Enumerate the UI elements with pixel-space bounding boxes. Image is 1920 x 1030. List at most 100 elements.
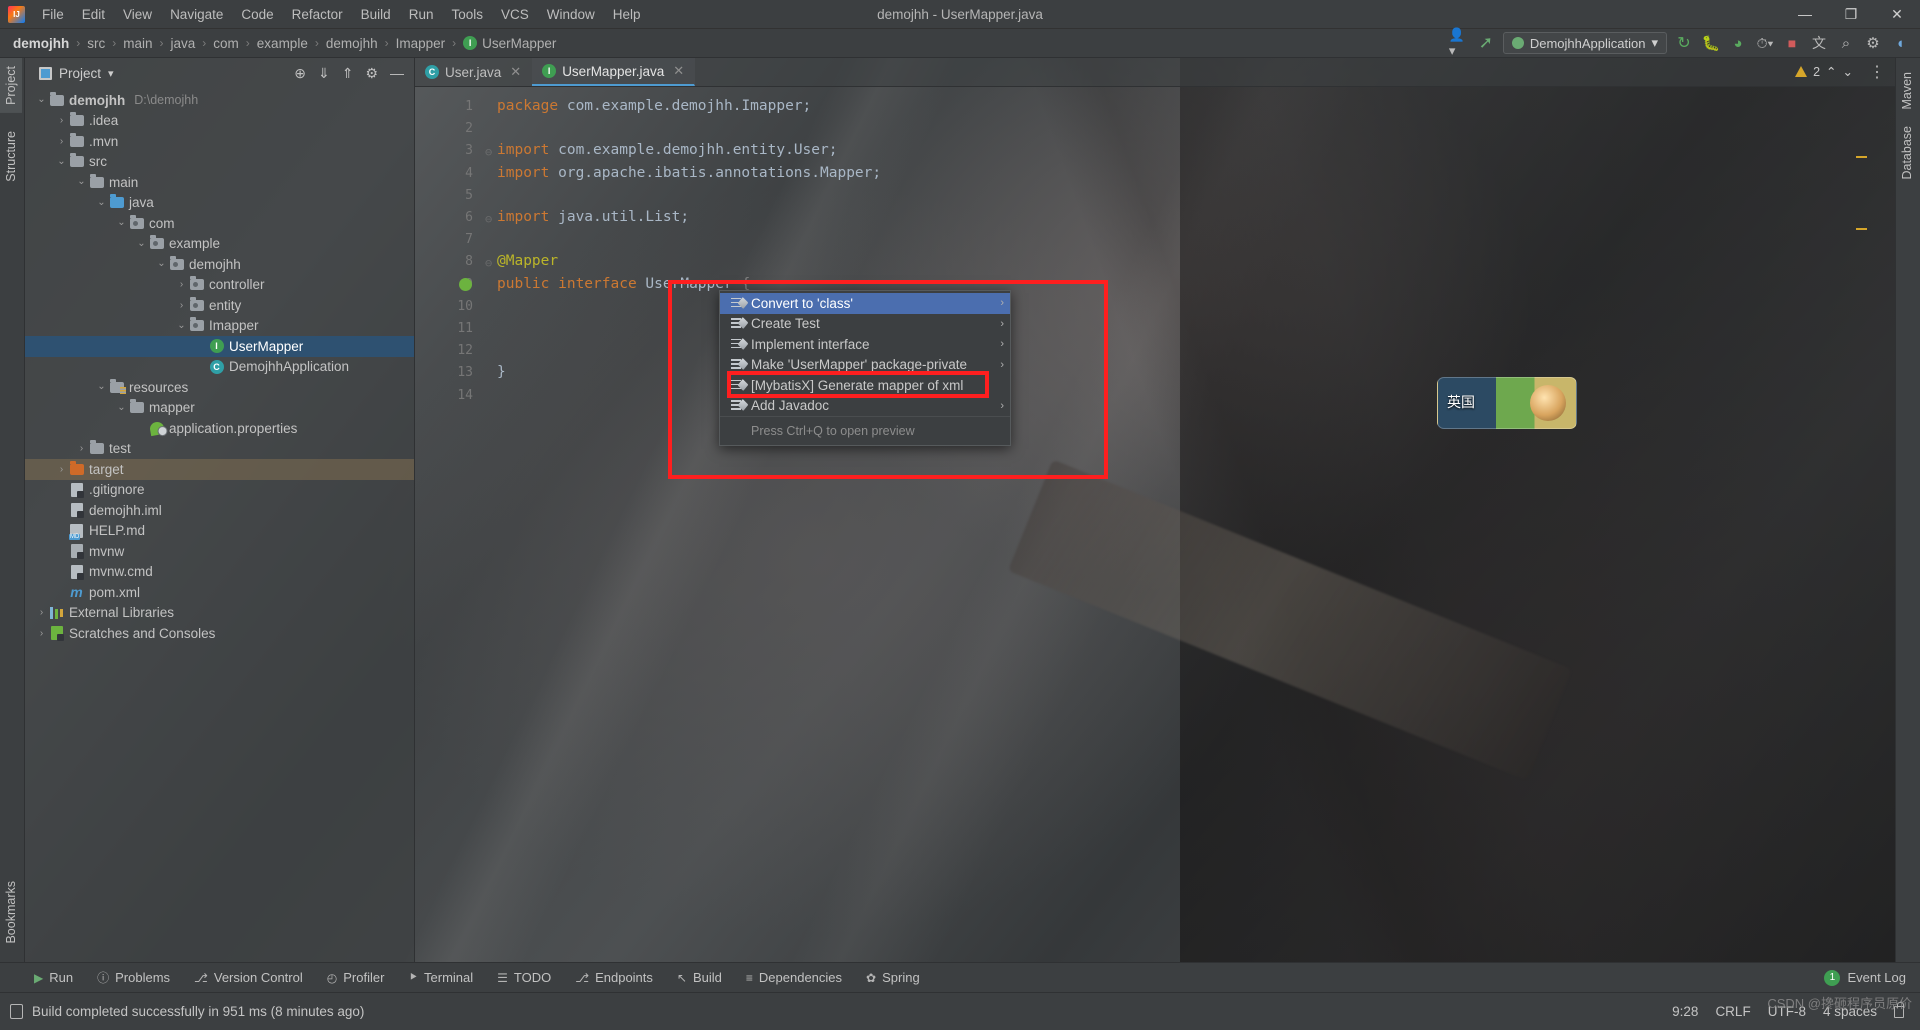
breadcrumb-item-imapper[interactable]: Imapper	[393, 34, 449, 53]
breadcrumb-item-com[interactable]: com	[210, 34, 242, 53]
code-fold-marker-icon[interactable]: ⊖	[485, 208, 492, 230]
chevron-right-icon[interactable]: ›	[35, 607, 48, 618]
context-menu-item-make-usermapper-package-private[interactable]: Make 'UserMapper' package-private ›	[720, 355, 1010, 376]
line-separator-label[interactable]: CRLF	[1715, 1004, 1750, 1019]
chevron-right-icon[interactable]: ›	[55, 115, 68, 126]
run-configuration-selector[interactable]: DemojhhApplication ▾	[1502, 32, 1667, 54]
breadcrumb-item-demojhh[interactable]: demojhh	[323, 34, 381, 53]
sidebar-item-structure[interactable]: Structure	[0, 123, 22, 190]
editor-tabs-menu-icon[interactable]: ⋮	[1869, 58, 1895, 86]
menu-item-vcs[interactable]: VCS	[492, 3, 538, 26]
editor-tab-user-java[interactable]: C User.java ✕	[415, 58, 532, 86]
code-editor[interactable]: 1234567891011121314 package com.example.…	[415, 87, 1895, 962]
menu-item-refactor[interactable]: Refactor	[283, 3, 352, 26]
tree-node-test[interactable]: › test	[25, 439, 414, 460]
tree-node-mapper[interactable]: ⌄ mapper	[25, 398, 414, 419]
run-with-coverage-icon[interactable]: ◕	[1728, 33, 1748, 53]
expand-all-icon[interactable]: ⇓	[318, 65, 330, 82]
menu-item-file[interactable]: File	[33, 3, 73, 26]
menu-item-run[interactable]: Run	[400, 3, 443, 26]
chevron-down-icon[interactable]: ▾	[108, 67, 114, 80]
menu-item-code[interactable]: Code	[232, 3, 282, 26]
account-icon[interactable]: 👤▾	[1449, 27, 1469, 58]
bottom-tab-build[interactable]: ↖ Build	[665, 970, 734, 985]
tree-node-resources[interactable]: ⌄ resources	[25, 377, 414, 398]
sidebar-item-maven[interactable]: Maven	[1896, 64, 1918, 118]
tree-node-mvnw-cmd[interactable]: mvnw.cmd	[25, 562, 414, 583]
breadcrumb-item-usermapper[interactable]: I UserMapper	[460, 34, 559, 53]
profiler-icon[interactable]: ⏱▾	[1755, 33, 1775, 53]
generate-context-menu[interactable]: Convert to 'class' › Create Test › Implement…	[719, 290, 1011, 446]
sidebar-item-project[interactable]: Project	[0, 58, 22, 113]
tree-node-example[interactable]: ⌄ example	[25, 234, 414, 255]
menu-item-tools[interactable]: Tools	[442, 3, 492, 26]
tree-node-controller[interactable]: › controller	[25, 275, 414, 296]
chevron-down-icon[interactable]: ⌄	[95, 197, 108, 207]
maximize-button[interactable]: ❐	[1828, 0, 1874, 29]
menu-item-edit[interactable]: Edit	[73, 3, 114, 26]
settings-icon[interactable]: ⚙	[365, 65, 378, 82]
minimize-button[interactable]: —	[1782, 0, 1828, 29]
debug-icon[interactable]: 🐛	[1701, 33, 1721, 53]
tree-node-usermapper[interactable]: I UserMapper	[25, 336, 414, 357]
menu-item-view[interactable]: View	[114, 3, 161, 26]
menu-item-window[interactable]: Window	[538, 3, 604, 26]
inspection-widget[interactable]: 2 ⌃ ⌄	[1795, 64, 1853, 79]
tree-node-main[interactable]: ⌄ main	[25, 172, 414, 193]
tree-node-demojhhapplication[interactable]: C DemojhhApplication	[25, 357, 414, 378]
breadcrumb-item-java[interactable]: java	[168, 34, 199, 53]
bottom-tab-profiler[interactable]: ◴ Profiler	[315, 970, 397, 985]
chevron-right-icon[interactable]: ›	[75, 443, 88, 454]
tree-node-mvnw[interactable]: mvnw	[25, 541, 414, 562]
tree-node--gitignore[interactable]: .gitignore	[25, 480, 414, 501]
tree-node-imapper[interactable]: ⌄ Imapper	[25, 316, 414, 337]
tree-node-external-libraries[interactable]: › External Libraries	[25, 603, 414, 624]
code-fold-marker-icon[interactable]: ⊖	[485, 141, 492, 163]
tree-node-src[interactable]: ⌄ src	[25, 152, 414, 173]
menu-item-navigate[interactable]: Navigate	[161, 3, 232, 26]
chevron-right-icon[interactable]: ›	[175, 300, 188, 311]
chevron-down-icon[interactable]: ⌄	[115, 218, 128, 228]
chevron-down-icon[interactable]: ⌄	[115, 402, 128, 412]
tree-node-demojhh[interactable]: ⌄ demojhh	[25, 254, 414, 275]
tree-node-demojhh-iml[interactable]: demojhh.iml	[25, 500, 414, 521]
tree-node-demojhh[interactable]: ⌄ demojhh D:\demojhh	[25, 90, 414, 111]
chevron-down-icon[interactable]: ⌄	[155, 259, 168, 269]
chevron-right-icon[interactable]: ›	[55, 136, 68, 147]
breadcrumb-item-src[interactable]: src	[84, 34, 108, 53]
tree-node-java[interactable]: ⌄ java	[25, 193, 414, 214]
ide-assistant-icon[interactable]: ◖	[1890, 33, 1910, 53]
editor-gutter[interactable]: 1234567891011121314	[415, 87, 483, 962]
breadcrumb-item-demojhh[interactable]: demojhh	[10, 34, 72, 53]
close-tab-icon[interactable]: ✕	[673, 63, 684, 79]
chevron-down-icon[interactable]: ⌄	[1843, 64, 1853, 79]
chevron-right-icon[interactable]: ›	[175, 279, 188, 290]
editor-tab-usermapper-java[interactable]: I UserMapper.java ✕	[532, 58, 696, 86]
context-menu-item-implement-interface[interactable]: Implement interface ›	[720, 334, 1010, 355]
code-fold-marker-icon[interactable]: ⊖	[485, 252, 492, 274]
select-opened-file-icon[interactable]: ⊕	[294, 65, 306, 82]
breadcrumb-item-example[interactable]: example	[254, 34, 311, 53]
menu-item-help[interactable]: Help	[604, 3, 650, 26]
bottom-tab-spring[interactable]: ✿ Spring	[854, 970, 932, 985]
event-log-button[interactable]: 1 Event Log	[1824, 969, 1920, 986]
rerun-icon[interactable]: ↻	[1674, 33, 1694, 53]
tree-node-target[interactable]: › target	[25, 459, 414, 480]
bottom-tab-run[interactable]: ▶ Run	[22, 970, 85, 985]
tree-node-application-properties[interactable]: application.properties	[25, 418, 414, 439]
context-menu-item-add-javadoc[interactable]: Add Javadoc ›	[720, 396, 1010, 417]
tree-node-pom-xml[interactable]: m pom.xml	[25, 582, 414, 603]
project-tree[interactable]: ⌄ demojhh D:\demojhh › .idea › .mvn ⌄ src ⌄ main ⌄ j…	[25, 88, 414, 644]
tree-node-scratches-and-consoles[interactable]: › Scratches and Consoles	[25, 623, 414, 644]
collapse-all-icon[interactable]: ⇑	[342, 65, 354, 82]
bottom-tab-version-control[interactable]: ⎇ Version Control	[182, 970, 315, 985]
menu-bar[interactable]: File Edit View Navigate Code Refactor Build Run…	[33, 3, 650, 26]
sidebar-item-bookmarks[interactable]: Bookmarks	[0, 873, 22, 952]
chevron-right-icon[interactable]: ›	[55, 464, 68, 475]
hammer-build-icon[interactable]: ➚	[1476, 33, 1496, 53]
hide-icon[interactable]: —	[390, 65, 404, 82]
chevron-down-icon[interactable]: ⌄	[55, 156, 68, 166]
chevron-down-icon[interactable]: ⌄	[35, 95, 48, 105]
tree-node-help-md[interactable]: HELP.md	[25, 521, 414, 542]
chevron-down-icon[interactable]: ⌄	[95, 382, 108, 392]
